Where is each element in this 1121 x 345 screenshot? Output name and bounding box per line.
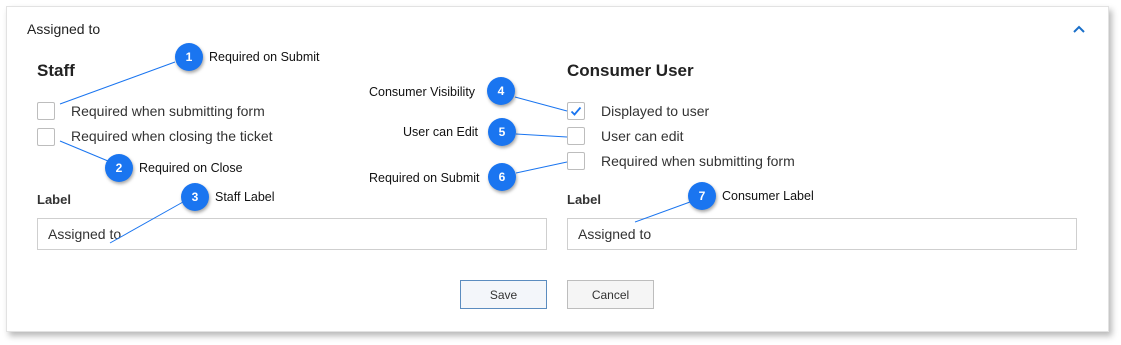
consumer-displayed-checkbox[interactable] — [567, 102, 585, 120]
callout-badge-1: 1 — [175, 43, 203, 71]
callout-text-4: Consumer Visibility — [369, 85, 476, 99]
callout-text-5: User can Edit — [403, 125, 479, 139]
staff-label-caption: Label — [37, 192, 71, 207]
callout-badge-6: 6 — [488, 163, 516, 191]
consumer-section-title: Consumer User — [567, 61, 694, 80]
checkmark-icon — [570, 106, 582, 116]
consumer-label-caption: Label — [567, 192, 601, 207]
cancel-button[interactable]: Cancel — [567, 280, 654, 309]
save-button[interactable]: Save — [460, 280, 547, 309]
consumer-can-edit-label: User can edit — [601, 128, 684, 144]
consumer-label-input[interactable] — [567, 218, 1077, 250]
callout-badge-5: 5 — [488, 118, 516, 146]
callout-text-2: Required on Close — [139, 161, 243, 175]
chevron-up-icon[interactable] — [1072, 22, 1086, 34]
panel-title: Assigned to — [27, 21, 101, 37]
callout-badge-3: 3 — [181, 183, 209, 211]
consumer-required-submit-label: Required when submitting form — [601, 153, 795, 169]
consumer-can-edit-checkbox[interactable] — [567, 127, 585, 145]
staff-required-submit-checkbox[interactable] — [37, 102, 55, 120]
callout-badge-4: 4 — [487, 77, 515, 105]
callout-text-3: Staff Label — [215, 190, 275, 204]
staff-required-close-checkbox[interactable] — [37, 128, 55, 146]
callout-text-6: Required on Submit — [369, 171, 480, 185]
consumer-displayed-label: Displayed to user — [601, 103, 710, 119]
callout-badge-2: 2 — [105, 154, 133, 182]
callout-text-7: Consumer Label — [722, 189, 814, 203]
staff-required-submit-label: Required when submitting form — [71, 103, 265, 119]
callout-text-1: Required on Submit — [209, 50, 320, 64]
consumer-required-submit-checkbox[interactable] — [567, 152, 585, 170]
callout-badge-7: 7 — [688, 182, 716, 210]
staff-section-title: Staff — [37, 61, 75, 80]
staff-label-input[interactable] — [37, 218, 547, 250]
staff-required-close-label: Required when closing the ticket — [71, 128, 273, 144]
